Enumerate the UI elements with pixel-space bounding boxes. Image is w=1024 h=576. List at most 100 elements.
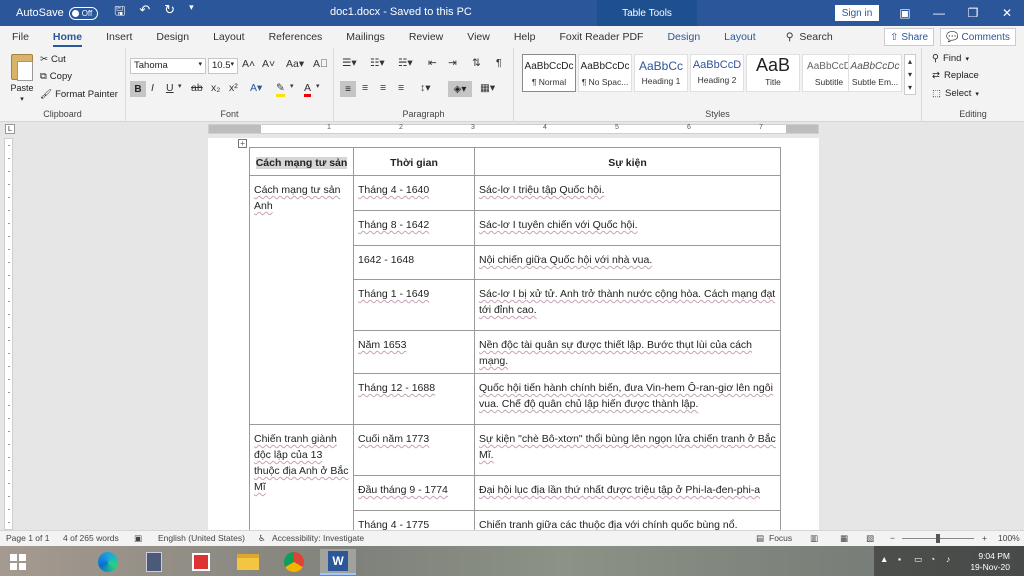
- ribbon-display-icon[interactable]: ▣: [888, 0, 922, 26]
- tab-insert[interactable]: Insert: [94, 26, 144, 48]
- strikethrough-icon[interactable]: ab: [191, 82, 203, 94]
- tab-mailings[interactable]: Mailings: [334, 26, 397, 48]
- time-cell[interactable]: Cuối năm 1773: [353, 424, 475, 476]
- tab-references[interactable]: References: [257, 26, 335, 48]
- revolution-cell[interactable]: Cách mạng tư sản Anh: [249, 175, 354, 425]
- style-heading-2[interactable]: AaBbCcD Heading 2: [690, 54, 744, 92]
- header-revolution[interactable]: Cách mạng tư sản: [249, 147, 354, 176]
- shrink-font-icon[interactable]: A˅: [262, 58, 275, 70]
- time-cell[interactable]: Tháng 1 - 1649: [353, 279, 475, 331]
- show-marks-icon[interactable]: ¶: [496, 57, 502, 69]
- line-spacing-icon[interactable]: ↕▾: [420, 82, 431, 94]
- edge-icon[interactable]: [90, 549, 126, 575]
- tab-file[interactable]: File: [0, 26, 41, 48]
- undo-icon[interactable]: ↶: [139, 2, 150, 24]
- vertical-ruler[interactable]: [4, 138, 13, 530]
- wifi-icon[interactable]: ◔: [930, 554, 935, 564]
- event-cell[interactable]: Sác-lơ I bị xử tử. Anh trở thành nước cộ…: [474, 279, 781, 331]
- highlight-dropdown-icon[interactable]: ▾: [290, 82, 294, 90]
- font-color-icon[interactable]: A: [304, 82, 312, 97]
- cut-button[interactable]: ✂ Cut: [40, 54, 66, 65]
- style-title[interactable]: AaB Title: [746, 54, 800, 92]
- tab-help[interactable]: Help: [502, 26, 548, 48]
- time-cell[interactable]: Tháng 12 - 1688: [353, 373, 475, 425]
- grow-font-icon[interactable]: A˄: [242, 58, 255, 70]
- event-cell[interactable]: Đại hội lục địa lần thứ nhất được triệu …: [474, 475, 781, 511]
- network-icon[interactable]: ▭: [914, 554, 922, 565]
- event-cell[interactable]: Chiến tranh giữa các thuộc địa với chính…: [474, 510, 781, 530]
- volume-icon[interactable]: ♪: [946, 554, 950, 564]
- bullets-icon[interactable]: ☰▾: [342, 57, 357, 69]
- tab-table-design[interactable]: Design: [655, 26, 712, 48]
- multilevel-list-icon[interactable]: ☵▾: [398, 57, 413, 69]
- superscript-icon[interactable]: x²: [229, 82, 238, 94]
- font-color-dropdown-icon[interactable]: ▾: [316, 82, 320, 90]
- tab-view[interactable]: View: [455, 26, 502, 48]
- page-count[interactable]: Page 1 of 1: [6, 533, 49, 543]
- event-cell[interactable]: Quốc hội tiến hành chính biến, đưa Vin-h…: [474, 373, 781, 425]
- document-table[interactable]: Cách mạng tư sản Thời gian Sự kiện Cách …: [249, 147, 781, 530]
- read-mode-icon[interactable]: ▥: [810, 533, 818, 544]
- start-button[interactable]: [0, 549, 36, 575]
- customize-qat-icon[interactable]: ▾: [189, 2, 194, 24]
- sign-in-button[interactable]: Sign in: [835, 5, 879, 21]
- justify-icon[interactable]: ≡: [398, 82, 404, 94]
- web-layout-icon[interactable]: ▧: [866, 533, 874, 544]
- style-no-spacing[interactable]: AaBbCcDc ¶ No Spac...: [578, 54, 632, 92]
- time-cell[interactable]: 1642 - 1648: [353, 245, 475, 280]
- align-center-icon[interactable]: ≡: [362, 82, 368, 94]
- app-tray-icon[interactable]: ▪: [898, 554, 901, 564]
- styles-scroll-icon[interactable]: ▴ ▾ ▾: [904, 54, 916, 95]
- time-cell[interactable]: Năm 1653: [353, 330, 475, 374]
- italic-icon[interactable]: I: [151, 82, 154, 94]
- sort-icon[interactable]: ⇅: [472, 57, 481, 69]
- align-left-icon[interactable]: ≡: [340, 81, 356, 97]
- time-cell[interactable]: Tháng 4 - 1640: [353, 175, 475, 211]
- tab-foxit[interactable]: Foxit Reader PDF: [547, 26, 655, 48]
- shading-icon[interactable]: ◈▾: [448, 81, 472, 97]
- underline-icon[interactable]: U: [166, 82, 174, 94]
- copy-button[interactable]: ⧉ Copy: [40, 71, 72, 82]
- header-event[interactable]: Sự kiện: [474, 147, 781, 176]
- share-button[interactable]: ⇧ Share: [884, 28, 934, 46]
- clock[interactable]: 9:04 PM 19-Nov-20: [970, 551, 1010, 573]
- word-count[interactable]: 4 of 265 words: [63, 533, 119, 543]
- horizontal-ruler[interactable]: 1 2 3 4 5 6 7: [208, 124, 819, 134]
- select-button[interactable]: ⬚ Select ▾: [932, 88, 979, 99]
- style-normal[interactable]: AaBbCcDc ¶ Normal: [522, 54, 576, 92]
- highlight-icon[interactable]: ✎: [276, 82, 285, 97]
- revolution-cell[interactable]: Chiến tranh giành độc lập của 13 thuộc đ…: [249, 424, 354, 530]
- increase-indent-icon[interactable]: ⇥: [448, 57, 457, 69]
- bold-icon[interactable]: B: [130, 81, 146, 97]
- event-cell[interactable]: Nội chiến giữa Quốc hội với nhà vua.: [474, 245, 781, 280]
- subscript-icon[interactable]: x₂: [211, 82, 220, 94]
- style-subtle-emphasis[interactable]: AaBbCcDc Subtle Em...: [848, 54, 902, 92]
- comments-button[interactable]: 💬 Comments: [940, 28, 1016, 46]
- font-family-select[interactable]: Tahoma ▾: [130, 58, 206, 74]
- tab-table-layout[interactable]: Layout: [712, 26, 768, 48]
- print-layout-icon[interactable]: ▦: [840, 533, 848, 544]
- tab-review[interactable]: Review: [397, 26, 455, 48]
- chrome-icon[interactable]: [276, 549, 312, 575]
- tab-home[interactable]: Home: [41, 26, 94, 48]
- autosave[interactable]: AutoSave Off: [0, 6, 99, 20]
- zoom-slider-thumb[interactable]: [936, 534, 940, 543]
- event-cell[interactable]: Nền độc tài quân sự được thiết lập. Bước…: [474, 330, 781, 374]
- proofing-icon[interactable]: ▣: [134, 533, 142, 544]
- focus-mode[interactable]: Focus: [769, 533, 792, 543]
- replace-button[interactable]: ⇄ Replace: [932, 70, 979, 81]
- zoom-in-icon[interactable]: +: [982, 533, 987, 543]
- font-size-select[interactable]: 10.5 ▾: [208, 58, 238, 74]
- paste-button[interactable]: Paste ▾: [8, 54, 36, 103]
- autosave-toggle[interactable]: Off: [68, 6, 99, 20]
- tab-layout[interactable]: Layout: [201, 26, 257, 48]
- minimize-icon[interactable]: —: [922, 0, 956, 26]
- tab-design[interactable]: Design: [144, 26, 201, 48]
- file-explorer-icon[interactable]: [230, 549, 266, 575]
- change-case-icon[interactable]: Aa▾: [286, 58, 304, 70]
- zoom-out-icon[interactable]: −: [890, 533, 895, 543]
- restore-icon[interactable]: ❐: [956, 0, 990, 26]
- table-move-handle-icon[interactable]: +: [238, 139, 247, 148]
- find-button[interactable]: ⚲ Find ▾: [932, 53, 969, 64]
- search-box[interactable]: ⚲ Search: [786, 31, 833, 43]
